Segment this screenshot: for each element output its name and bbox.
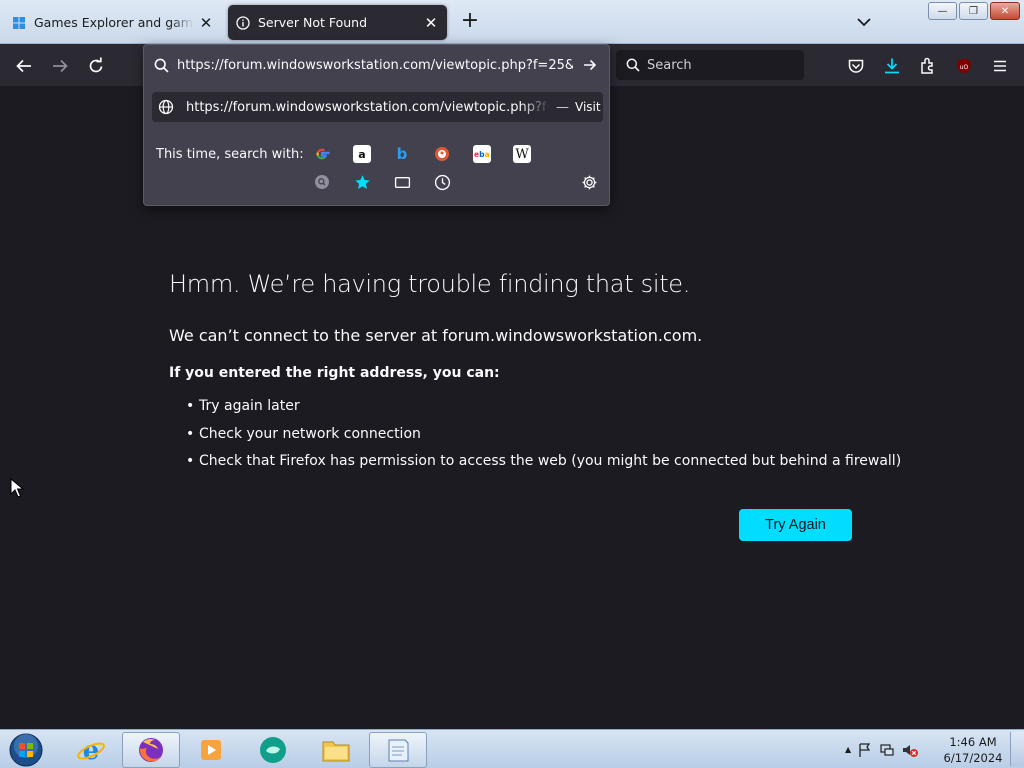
clock-time: 1:46 AM [949, 735, 997, 749]
window-controls: — ❐ ✕ [928, 2, 1020, 20]
svg-text:uO: uO [960, 64, 969, 71]
close-window-button[interactable]: ✕ [990, 2, 1020, 20]
tab-title: Server Not Found [258, 15, 368, 30]
search-mode-icon[interactable] [313, 173, 331, 191]
url-input[interactable]: https://forum.windowsworkstation.com/vie… [154, 51, 602, 79]
amazon-engine-icon[interactable]: a [353, 145, 371, 163]
extensions-button[interactable] [914, 52, 942, 80]
new-tab-button[interactable]: + [458, 10, 482, 34]
tab-close-icon[interactable]: ✕ [419, 14, 443, 32]
ublock-button[interactable]: uO [950, 52, 978, 80]
bing-engine-icon[interactable]: b [393, 145, 411, 163]
go-arrow-icon[interactable] [582, 57, 598, 73]
error-hint: If you entered the right address, you ca… [169, 365, 500, 381]
google-engine-icon[interactable] [313, 145, 331, 163]
hamburger-menu-icon [994, 60, 1006, 72]
minimize-button[interactable]: — [928, 2, 957, 20]
forward-arrow-icon [53, 59, 68, 73]
list-all-tabs-chevron-icon[interactable] [852, 12, 876, 32]
forward-button[interactable] [46, 52, 74, 80]
try-again-button[interactable]: Try Again [739, 509, 852, 541]
back-button[interactable] [10, 52, 38, 80]
system-tray: ▲ [845, 730, 919, 768]
chat-app-icon [260, 737, 286, 763]
taskbar-clock[interactable]: 1:46 AM 6/17/2024 [942, 734, 1004, 766]
windows-logo-icon [12, 16, 26, 30]
taskbar-media-player[interactable] [182, 732, 240, 768]
show-desktop-button[interactable] [1010, 732, 1024, 766]
globe-icon [158, 99, 174, 115]
volume-muted-icon[interactable] [901, 742, 919, 758]
svg-text:ebay: ebay [474, 150, 490, 159]
menu-button[interactable] [986, 52, 1014, 80]
taskbar-app[interactable] [244, 732, 302, 768]
notepad-icon [388, 739, 409, 762]
firefox-icon [139, 738, 163, 762]
mouse-cursor-icon [10, 477, 25, 502]
reload-button[interactable] [82, 52, 110, 80]
restore-button[interactable]: ❐ [959, 2, 988, 20]
title-bar: Games Explorer and gameux.dll ✕ Server N… [0, 0, 1024, 44]
action-center-flag-icon[interactable] [857, 742, 873, 758]
puzzle-piece-icon [921, 57, 933, 74]
url-text: https://forum.windowsworkstation.com/vie… [177, 57, 573, 73]
search-icon [626, 58, 640, 72]
windows-start-orb-icon [9, 733, 43, 767]
tab-close-icon[interactable]: ✕ [194, 14, 218, 32]
settings-gear-icon[interactable] [580, 173, 598, 191]
taskbar-notepad[interactable] [369, 732, 427, 768]
downloads-button[interactable] [878, 52, 906, 80]
list-item: Check your network connection [186, 426, 901, 454]
bookmarks-star-icon[interactable] [353, 173, 371, 191]
list-item: Check that Firefox has permission to acc… [186, 453, 901, 481]
error-suggestions-list: Try again later Check your network conne… [186, 398, 901, 481]
error-title: Hmm. We’re having trouble finding that s… [169, 270, 691, 298]
folder-icon [322, 741, 350, 762]
start-button[interactable] [0, 732, 52, 768]
tab-server-not-found[interactable]: Server Not Found ✕ [228, 5, 447, 40]
svg-text:e: e [83, 736, 100, 765]
pocket-button[interactable] [842, 52, 870, 80]
search-with-label: This time, search with: [156, 147, 304, 162]
show-hidden-icons-icon[interactable]: ▲ [845, 745, 851, 754]
wikipedia-engine-icon[interactable]: W [513, 145, 531, 163]
taskbar-internet-explorer[interactable]: e [62, 732, 120, 768]
back-arrow-icon [16, 59, 31, 73]
tab-games-explorer[interactable]: Games Explorer and gameux.dll ✕ [4, 5, 222, 40]
pocket-icon [848, 59, 864, 73]
list-item: Try again later [186, 398, 901, 426]
internet-explorer-icon: e [77, 736, 105, 765]
network-icon[interactable] [879, 742, 895, 758]
urlbar-dropdown: https://forum.windowsworkstation.com/vie… [143, 44, 610, 206]
suggestion-visit-label: Visit [575, 100, 601, 114]
ebay-engine-icon[interactable]: ebay [473, 145, 491, 163]
reload-icon [89, 57, 103, 73]
taskbar-firefox[interactable] [122, 732, 180, 768]
search-icon [154, 58, 169, 73]
windows-taskbar: e ▲ 1:46 AM 6/17/2024 [0, 729, 1024, 768]
tabs-icon[interactable] [393, 173, 411, 191]
url-suggestion-row[interactable]: https://forum.windowsworkstation.com/vie… [152, 92, 603, 122]
suggestion-url: https://forum.windowsworkstation.com/vie… [186, 99, 550, 115]
taskbar-file-explorer[interactable] [307, 732, 365, 768]
duckduckgo-engine-icon[interactable] [433, 145, 451, 163]
history-clock-icon[interactable] [433, 173, 451, 191]
tab-title: Games Explorer and gameux.dll [34, 15, 194, 30]
error-subtitle: We can’t connect to the server at forum.… [169, 326, 703, 345]
media-player-icon [201, 740, 221, 760]
clock-date: 6/17/2024 [943, 751, 1003, 765]
info-icon [236, 15, 250, 30]
ublock-origin-icon: uO [957, 58, 971, 74]
search-bar[interactable]: Search [616, 50, 804, 80]
search-bar-placeholder: Search [647, 57, 692, 73]
download-icon [885, 58, 899, 74]
suggestion-separator: — [556, 99, 569, 115]
